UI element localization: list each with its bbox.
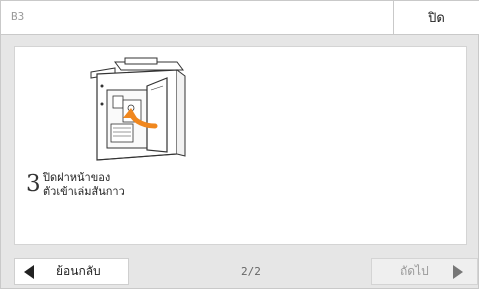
triangle-right-icon	[452, 264, 463, 279]
next-button[interactable]: ถัดไป	[371, 258, 478, 285]
close-label: ปิด	[428, 11, 445, 26]
back-button[interactable]: ย้อนกลับ	[14, 258, 129, 285]
close-button[interactable]: ปิด	[393, 1, 479, 34]
instruction-panel: 3 ปิดฝาหน้าของ ตัวเข้าเล่มสันกาว	[14, 46, 467, 245]
footer-bar: ย้อนกลับ 2/2 ถัดไป	[1, 250, 478, 288]
triangle-left-icon	[24, 264, 34, 279]
binder-cover-diagram	[90, 57, 186, 161]
binder-illustration	[27, 56, 243, 168]
step-number: 3	[26, 171, 41, 197]
step-text-line2: ตัวเข้าเล่มสันกาว	[43, 185, 125, 198]
step-instruction: ปิดฝาหน้าของ ตัวเข้าเล่มสันกาว	[43, 171, 125, 199]
back-label: ย้อนกลับ	[56, 264, 101, 278]
page-indicator: 2/2	[241, 265, 261, 278]
next-label: ถัดไป	[400, 264, 429, 278]
dialog-frame: B3 ปิด 3 ปิดฝาหน้าของ ตัวเข้าเล่มสันกาว …	[0, 0, 479, 289]
step-text-line1: ปิดฝาหน้าของ	[43, 171, 111, 184]
header-bar: B3 ปิด	[1, 1, 479, 35]
error-code: B3	[11, 10, 25, 23]
